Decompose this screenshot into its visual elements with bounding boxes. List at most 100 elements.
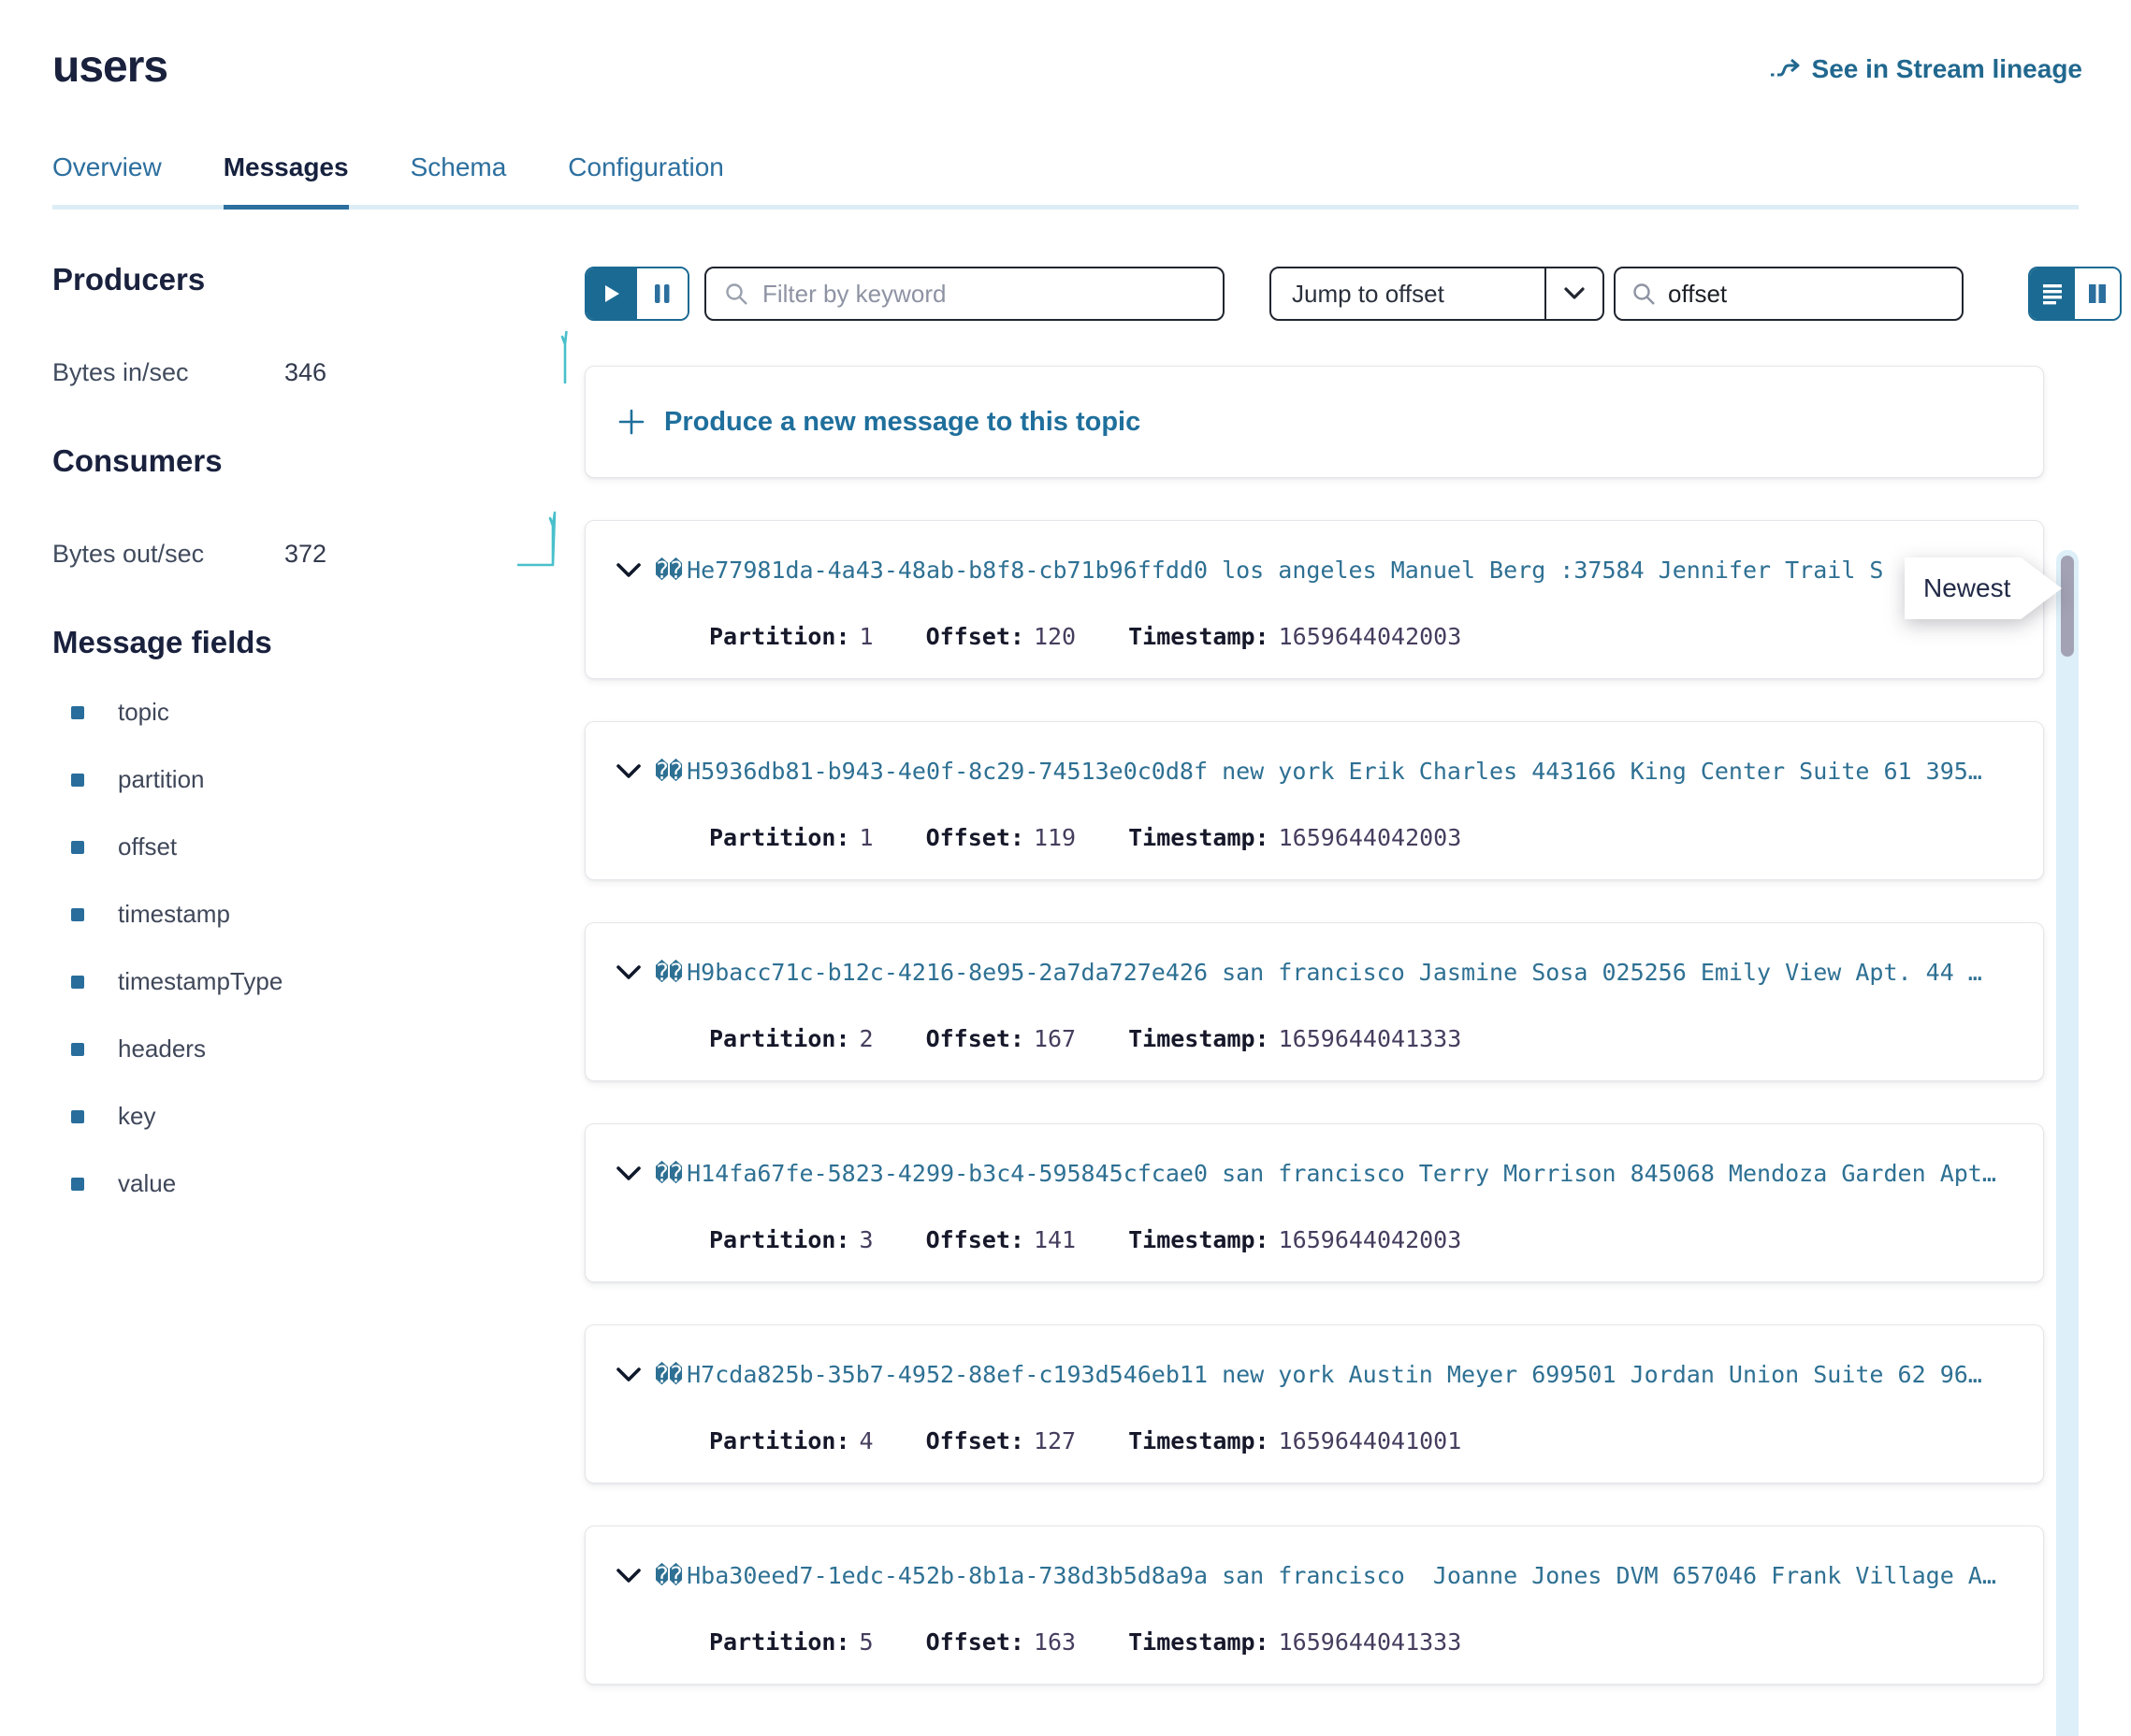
square-bullet-icon (71, 1110, 84, 1123)
produce-message-button[interactable]: Produce a new message to this topic (585, 366, 2044, 478)
message-row[interactable]: ��H9bacc71c-b12c-4216-8e95-2a7da727e426 … (585, 922, 2044, 1081)
message-summary[interactable]: ��He77981da-4a43-48ab-b8f8-cb71b96ffdd0 … (655, 557, 1884, 584)
message-key-glyphs: �� (655, 959, 683, 986)
message-row[interactable]: ��H5936db81-b943-4e0f-8c29-74513e0c0d8f … (585, 721, 2044, 880)
chevron-down-icon[interactable] (616, 1165, 642, 1182)
message-key: H5936db81-b943-4e0f-8c29-74513e0c0d8f (687, 758, 1208, 785)
page-header: users See in Stream lineage (0, 0, 2131, 93)
message-value-preview: san francisco Joanne Jones DVM 657046 Fr… (1222, 1562, 1996, 1589)
scrollbar-track[interactable] (2056, 550, 2079, 1736)
partition-pair: Partition:1 (709, 623, 874, 650)
partition-value: 5 (860, 1628, 874, 1656)
message-summary[interactable]: ��H9bacc71c-b12c-4216-8e95-2a7da727e426 … (655, 959, 1982, 986)
field-item-timestampType[interactable]: timestampType (52, 967, 585, 996)
produce-message-label: Produce a new message to this topic (664, 407, 1140, 438)
offset-pair: Offset:167 (926, 1025, 1077, 1052)
topic-messages-page: users See in Stream lineage Overview Mes… (0, 0, 2131, 1736)
field-item-offset[interactable]: offset (52, 832, 585, 861)
message-fields-heading: Message fields (52, 625, 585, 660)
message-row[interactable]: ��H7cda825b-35b7-4952-88ef-c193d546eb11 … (585, 1324, 2044, 1483)
columns-view-button[interactable] (2075, 268, 2120, 319)
partition-pair: Partition:4 (709, 1427, 874, 1454)
partition-pair: Partition:1 (709, 824, 874, 851)
offset-pair: Offset:119 (926, 824, 1077, 851)
jump-to-offset-label: Jump to offset (1271, 280, 1544, 309)
field-item-partition[interactable]: partition (52, 765, 585, 794)
chevron-down-icon[interactable] (616, 964, 642, 981)
message-row[interactable]: ��H14fa67fe-5823-4299-b3c4-595845cfcae0 … (585, 1123, 2044, 1282)
list-view-button[interactable] (2030, 268, 2075, 319)
view-mode-toggle (2028, 267, 2122, 321)
partition-pair: Partition:2 (709, 1025, 874, 1052)
message-key: Hba30eed7-1edc-452b-8b1a-738d3b5d8a9a (687, 1562, 1208, 1589)
message-summary[interactable]: ��H14fa67fe-5823-4299-b3c4-595845cfcae0 … (655, 1160, 1996, 1187)
field-item-timestamp[interactable]: timestamp (52, 900, 585, 929)
dashed-arrow-right-icon (1769, 57, 1801, 81)
offset-value: 167 (1034, 1025, 1076, 1052)
see-in-stream-lineage-link[interactable]: See in Stream lineage (1769, 54, 2082, 84)
tab-schema[interactable]: Schema (411, 152, 507, 205)
filter-keyword-input[interactable] (762, 280, 1206, 309)
bytes-in-metric: Bytes in/sec 346 (52, 329, 585, 387)
search-icon (723, 281, 749, 307)
partition-value: 1 (860, 824, 874, 851)
pause-button[interactable] (637, 268, 688, 319)
bytes-out-label: Bytes out/sec (52, 540, 284, 569)
square-bullet-icon (71, 841, 84, 854)
newest-tooltip-label: Newest (1905, 557, 2062, 619)
chevron-down-icon[interactable] (616, 562, 642, 579)
partition-value: 3 (860, 1226, 874, 1253)
chevron-down-icon[interactable] (616, 763, 642, 780)
tab-messages[interactable]: Messages (224, 152, 349, 205)
message-key-glyphs: �� (655, 758, 683, 785)
tab-overview[interactable]: Overview (52, 152, 162, 205)
jump-to-offset-select[interactable]: Jump to offset (1269, 267, 1604, 321)
bytes-in-label: Bytes in/sec (52, 358, 284, 387)
message-list: ��He77981da-4a43-48ab-b8f8-cb71b96ffdd0 … (585, 520, 2122, 1685)
offset-search-input[interactable] (1668, 280, 1947, 309)
square-bullet-icon (71, 1178, 84, 1191)
message-value-preview: new york Erik Charles 443166 King Center… (1222, 758, 1982, 785)
producers-heading: Producers (52, 262, 585, 297)
messages-toolbar: Jump to offset (585, 266, 2122, 322)
field-item-key[interactable]: key (52, 1102, 585, 1131)
lineage-link-label: See in Stream lineage (1812, 54, 2082, 84)
live-consume-toggle (585, 267, 689, 321)
scrollbar-thumb[interactable] (2061, 556, 2074, 657)
play-button[interactable] (587, 268, 637, 319)
tab-bar: Overview Messages Schema Configuration (52, 152, 2079, 210)
bytes-out-value: 372 (284, 540, 326, 569)
message-key-glyphs: �� (655, 557, 683, 584)
offset-value: 163 (1034, 1628, 1076, 1656)
page-title: users (52, 41, 167, 93)
message-summary[interactable]: ��H5936db81-b943-4e0f-8c29-74513e0c0d8f … (655, 758, 1982, 785)
field-item-value[interactable]: value (52, 1169, 585, 1198)
timestamp-pair: Timestamp:1659644042003 (1128, 623, 1461, 650)
chevron-down-icon[interactable] (1544, 268, 1602, 319)
message-row[interactable]: ��Hba30eed7-1edc-452b-8b1a-738d3b5d8a9a … (585, 1526, 2044, 1685)
pause-icon (654, 283, 671, 304)
message-key-glyphs: �� (655, 1361, 683, 1388)
columns-view-icon (2087, 282, 2108, 305)
filter-keyword-box (704, 267, 1225, 321)
chevron-down-icon[interactable] (616, 1367, 642, 1383)
tab-configuration[interactable]: Configuration (568, 152, 724, 205)
timestamp-pair: Timestamp:1659644041333 (1128, 1628, 1461, 1656)
message-summary[interactable]: ��H7cda825b-35b7-4952-88ef-c193d546eb11 … (655, 1361, 1982, 1388)
sidebar: Producers Bytes in/sec 346 Consumers Byt… (52, 210, 585, 1685)
bytes-in-value: 346 (284, 358, 326, 387)
chevron-down-icon[interactable] (616, 1568, 642, 1584)
field-item-topic[interactable]: topic (52, 698, 585, 727)
message-summary[interactable]: ��Hba30eed7-1edc-452b-8b1a-738d3b5d8a9a … (655, 1562, 1996, 1589)
timestamp-value: 1659644041333 (1279, 1628, 1462, 1656)
partition-pair: Partition:5 (709, 1628, 874, 1656)
consumers-heading: Consumers (52, 443, 585, 479)
partition-pair: Partition:3 (709, 1226, 874, 1253)
offset-value: 127 (1034, 1427, 1076, 1454)
field-item-headers[interactable]: headers (52, 1034, 585, 1063)
square-bullet-icon (71, 908, 84, 921)
message-row[interactable]: ��He77981da-4a43-48ab-b8f8-cb71b96ffdd0 … (585, 520, 2044, 679)
bytes-out-metric: Bytes out/sec 372 (52, 511, 585, 569)
content: Producers Bytes in/sec 346 Consumers Byt… (0, 210, 2131, 1685)
partition-value: 1 (860, 623, 874, 650)
